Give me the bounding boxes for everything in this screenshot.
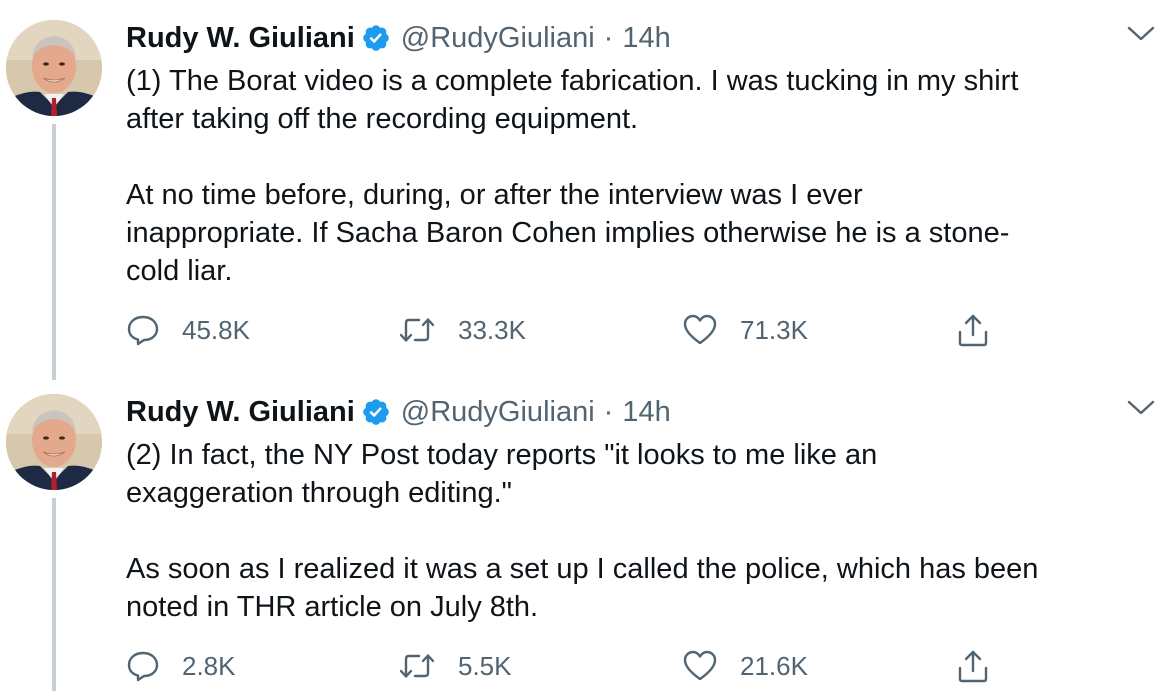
tweet-paragraph: (2) In fact, the NY Post today reports "… [126,439,878,509]
thread-connector-line [52,124,56,380]
thread-connector-line [52,498,56,691]
retweet-button[interactable]: 33.3K [398,310,526,350]
reply-icon [127,315,159,346]
avatar-image [6,20,102,116]
avatar[interactable] [6,394,102,490]
tweet-timestamp[interactable]: 14h [622,396,670,429]
tweet-text: (1) The Borat video is a complete fabric… [126,62,1166,290]
like-button[interactable]: 71.3K [682,310,808,350]
tweet-header: Rudy W. Giuliani @RudyGiuliani · 14h [126,392,671,432]
verified-badge-icon [362,399,389,425]
tweet-paragraph: At no time before, during, or after the … [126,179,1010,287]
reply-button[interactable]: 2.8K [126,646,236,686]
tweet-paragraph: As soon as I realized it was a set up I … [126,553,1039,623]
like-count: 71.3K [740,314,808,345]
author-name[interactable]: Rudy W. Giuliani [126,396,355,429]
reply-icon [127,651,159,682]
avatar[interactable] [6,20,102,116]
retweet-icon [399,318,435,342]
retweet-count: 33.3K [458,314,526,345]
tweet-timestamp[interactable]: 14h [622,22,670,55]
share-button[interactable] [956,646,990,686]
tweet[interactable]: Rudy W. Giuliani @RudyGiuliani · 14h (1)… [0,0,1172,380]
avatar-image [6,394,102,490]
share-icon [958,650,988,683]
author-handle[interactable]: @RudyGiuliani [401,396,595,429]
reply-count: 45.8K [182,314,250,345]
like-button[interactable]: 21.6K [682,646,808,686]
tweet-text: (2) In fact, the NY Post today reports "… [126,436,1166,626]
share-button[interactable] [956,310,990,350]
retweet-button[interactable]: 5.5K [398,646,512,686]
retweet-icon [399,654,435,678]
retweet-count: 5.5K [458,650,512,681]
chevron-down-icon[interactable] [1126,398,1156,418]
author-handle[interactable]: @RudyGiuliani [401,22,595,55]
tweet-actions: 45.8K 33.3K 71.3K [126,310,1166,350]
share-icon [958,314,988,347]
tweet[interactable]: Rudy W. Giuliani @RudyGiuliani · 14h (2)… [0,380,1172,691]
tweet-actions: 2.8K 5.5K 21.6K [126,646,1166,686]
separator-dot: · [603,395,614,428]
heart-icon [683,650,717,681]
author-name[interactable]: Rudy W. Giuliani [126,22,355,55]
separator-dot: · [603,21,614,54]
heart-icon [683,314,717,345]
like-count: 21.6K [740,650,808,681]
chevron-down-icon[interactable] [1126,24,1156,44]
reply-button[interactable]: 45.8K [126,310,250,350]
tweet-paragraph: (1) The Borat video is a complete fabric… [126,65,1019,135]
verified-badge-icon [362,25,389,51]
reply-count: 2.8K [182,650,236,681]
tweet-header: Rudy W. Giuliani @RudyGiuliani · 14h [126,18,671,58]
